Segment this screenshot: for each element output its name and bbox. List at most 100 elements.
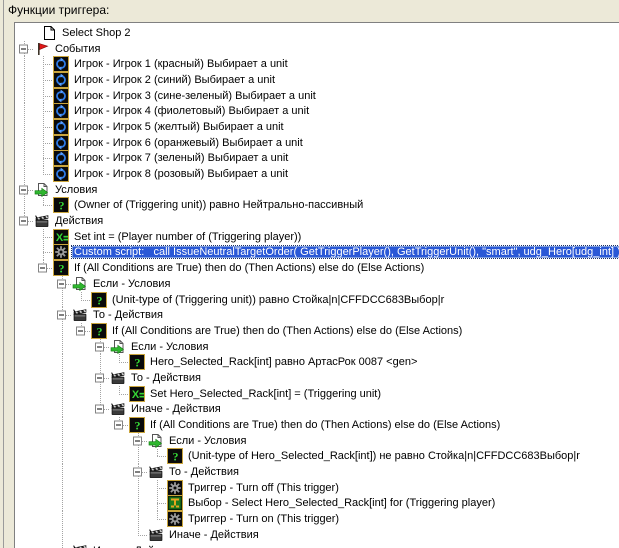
tree-row-label: Select Shop 2 [62,26,131,39]
tree-row[interactable]: Условия [15,181,619,198]
tree-row[interactable]: ? Hero_Selected_Rack[int] равно АртасРок … [15,354,619,371]
selection-unit-icon [167,495,183,512]
tree-connector [34,166,53,182]
tree-row[interactable]: Игрок - Игрок 5 (желтый) Выбирает a unit [15,118,619,135]
tree-indent-guide [72,480,91,496]
tree-connector [110,385,129,402]
tree-row[interactable]: ? (Unit-type of (Triggering unit)) равно … [15,291,619,308]
tree-row[interactable]: ? If (All Conditions are True) then do (T… [15,322,619,339]
actions-clapper-icon [72,307,88,323]
tree-row-label: То - Действия [93,309,163,322]
conditions-page-icon [148,433,164,449]
tree-row[interactable]: Если - Условия [15,338,619,355]
tree-indent-guide [15,56,34,72]
tree-row[interactable]: Игрок - Игрок 6 (оранжевый) Выбирает a u… [15,134,619,151]
tree-row[interactable]: Игрок - Игрок 3 (сине-зеленый) Выбирает … [15,87,619,104]
tree-row[interactable]: Игрок - Игрок 2 (синий) Выбирает a unit [15,71,619,88]
tree-connector [34,150,53,167]
tree-connector [34,260,53,276]
tree-indent-guide [15,511,34,527]
tree-indent-guide [34,480,53,496]
expander-minus-icon[interactable] [95,404,104,414]
expander-minus-icon[interactable] [133,436,142,446]
tree-indent-guide [72,449,91,465]
expander-minus-icon[interactable] [133,467,142,477]
tree-connector [15,40,34,57]
tree-connector [148,479,167,496]
tree-indent-guide [91,496,110,512]
tree-row[interactable]: Если - Условия [15,276,619,292]
tree-row[interactable]: Триггер - Turn off (This trigger) [15,479,619,496]
expander-minus-icon[interactable] [38,263,47,273]
svg-text:?: ? [173,450,179,464]
tree-row[interactable]: X Set Hero_Selected_Rack[int] = (Triggeri… [15,385,619,402]
tree-row-label: Иначе - Действия [131,403,221,416]
expander-minus-icon[interactable] [19,185,28,195]
tree-row[interactable]: X Set int = (Player number of (Triggering… [15,228,619,245]
tree-connector [53,307,72,324]
expander-minus-icon[interactable] [19,44,28,54]
tree-row[interactable]: Иначе - Действия [15,401,619,418]
tree-row-selected[interactable]: Custom script: call IssueNeutralTargetOr… [15,244,619,261]
tree-indent-guide [53,370,72,386]
tree-row[interactable]: Выбор - Select Hero_Selected_Rack[int] f… [15,495,619,512]
tree-row[interactable]: Иначе - Действия [15,527,619,543]
svg-text:X: X [56,232,64,244]
tree-row-label: Игрок - Игрок 3 (сине-зеленый) Выбирает … [74,89,316,102]
tree-connector [34,244,53,261]
tree-row-label: Игрок - Игрок 7 (зеленый) Выбирает a uni… [74,152,289,165]
tree-indent-guide [15,245,34,261]
tree-connector [129,464,148,480]
tree-row-label: Если - Условия [93,277,171,290]
tree-row[interactable]: То - Действия [15,464,619,480]
tree-row[interactable]: ? (Owner of (Triggering unit)) равно Нейт… [15,197,619,214]
trigger-root-row[interactable]: Select Shop 2 [15,25,619,41]
tree-row-label: Игрок - Игрок 6 (оранжевый) Выбирает a u… [74,136,303,149]
tree-indent-guide [129,511,148,527]
tree-indent-guide [34,402,53,418]
expander-minus-icon[interactable] [95,342,104,352]
tree-indent-guide [34,417,53,433]
expander-minus-icon[interactable] [95,373,104,383]
expander-minus-icon[interactable] [57,279,66,289]
tree-indent-guide [91,449,110,465]
tree-indent-guide [72,464,91,480]
expander-minus-icon[interactable] [76,326,85,336]
tree-indent-guide [53,511,72,527]
tree-row-label: События [55,42,101,55]
tree-row[interactable]: ? If (All Conditions are True) then do (T… [15,417,619,434]
tree-row-label: Set Hero_Selected_Rack[int] = (Triggerin… [150,387,382,400]
expander-minus-icon[interactable] [19,216,28,226]
tree-connector [34,103,53,120]
tree-indent-guide [129,479,148,496]
tree-row[interactable]: Если - Условия [15,432,619,449]
condition-q-icon: ? [53,260,69,277]
tree-row[interactable]: События [15,40,619,57]
trigger-doc-icon [41,25,57,41]
tree-row[interactable]: Игрок - Игрок 7 (зеленый) Выбирает a uni… [15,150,619,167]
tree-indent-guide [34,276,53,292]
tree-connector [91,370,110,386]
tree-row[interactable]: Игрок - Игрок 1 (красный) Выбирает a uni… [15,56,619,73]
tree-row[interactable]: То - Действия [15,307,619,324]
panel-splitter[interactable] [3,0,4,548]
tree-row[interactable]: Действия [15,213,619,229]
tree-indent-guide [34,464,53,480]
tree-row-label: Если - Условия [131,340,209,353]
expander-minus-icon[interactable] [57,310,66,320]
tree-row[interactable]: Иначе - Действия [15,542,619,548]
expander-minus-icon[interactable] [114,420,123,430]
tree-row[interactable]: Триггер - Turn on (This trigger) [15,511,619,528]
tree-indent-guide [15,260,34,276]
tree-indent-guide [53,385,72,402]
tree-row[interactable]: Игрок - Игрок 8 (розовый) Выбирает a uni… [15,166,619,183]
tree-indent-guide [15,339,34,355]
tree-row[interactable]: То - Действия [15,370,619,386]
tree-row[interactable]: ? (Unit-type of Hero_Selected_Rack[int]) … [15,448,619,465]
tree-row-label: (Owner of (Triggering unit)) равно Нейтр… [74,199,364,212]
tree-indent-guide [91,417,110,433]
tree-connector [34,228,53,245]
tree-row[interactable]: Игрок - Игрок 4 (фиолетовый) Выбирает a … [15,103,619,120]
trigger-function-tree[interactable]: Select Shop 2 События Игрок - Игрок 1 (кра… [14,22,619,548]
tree-row[interactable]: ? If (All Conditions are True) then do (T… [15,260,619,277]
